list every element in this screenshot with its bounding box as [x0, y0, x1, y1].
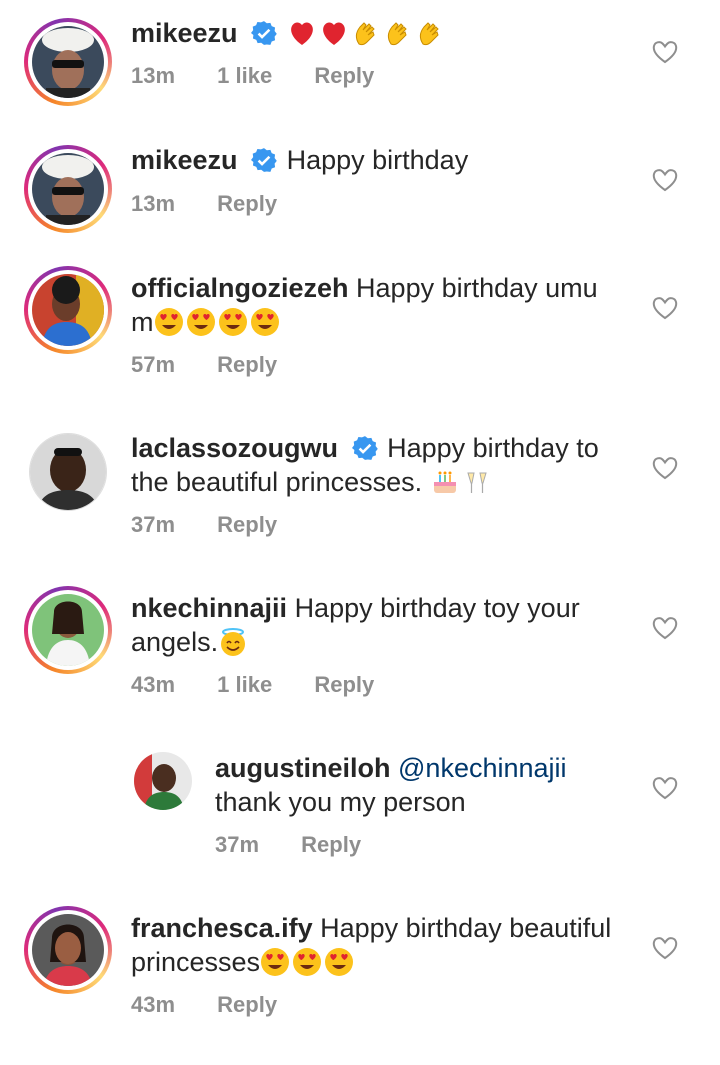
comment-username[interactable]: laclassozougwu: [131, 433, 338, 463]
comment-username[interactable]: franchesca.ify: [131, 913, 313, 943]
comment-time: 57m: [131, 352, 176, 377]
avatar[interactable]: [24, 906, 112, 994]
comment-time: 13m: [131, 63, 176, 88]
halo-smile-icon: [221, 628, 246, 656]
comment-time: 43m: [131, 992, 176, 1017]
reply-button[interactable]: Reply: [314, 672, 374, 697]
like-heart-icon[interactable]: [652, 296, 678, 320]
avatar[interactable]: [24, 586, 112, 674]
emoji-list: [287, 18, 447, 48]
clap-icon: [355, 22, 375, 46]
like-heart-icon[interactable]: [652, 936, 678, 960]
comment-text-cont: angels.: [131, 627, 219, 657]
emoji-list: [218, 627, 250, 657]
comment-text-cont: princesses: [131, 947, 261, 977]
red-heart-icon: [322, 22, 345, 45]
birthday-cake-icon: [433, 471, 456, 493]
emoji-list: [260, 947, 356, 977]
clap-icon: [387, 22, 407, 46]
like-count[interactable]: 1 like: [217, 63, 272, 88]
avatar[interactable]: [134, 752, 192, 810]
comment-time: 43m: [131, 672, 176, 697]
avatar[interactable]: [24, 428, 112, 516]
like-heart-icon[interactable]: [652, 776, 678, 800]
heart-eyes-icon: [186, 308, 215, 336]
reply-button[interactable]: Reply: [217, 352, 277, 377]
comment-text: Happy birthday to: [387, 433, 599, 463]
comment-text: Happy birthday umu: [356, 273, 598, 303]
champagne-glasses-icon: [467, 472, 487, 493]
comment-time: 13m: [131, 191, 176, 216]
comment-text: thank you my person: [215, 787, 466, 817]
emoji-list: [430, 467, 494, 497]
emoji-list: [154, 307, 282, 337]
reply-button[interactable]: Reply: [217, 191, 277, 216]
avatar[interactable]: [24, 266, 112, 354]
like-heart-icon[interactable]: [652, 616, 678, 640]
comment-text: Happy birthday: [286, 145, 469, 175]
comment-time: 37m: [215, 832, 260, 857]
red-heart-icon: [290, 22, 313, 45]
comment-time: 37m: [131, 512, 176, 537]
reply-button[interactable]: Reply: [217, 992, 277, 1017]
clap-icon: [419, 22, 439, 46]
heart-eyes-icon: [218, 308, 247, 336]
comment-username[interactable]: officialngoziezeh: [131, 273, 349, 303]
comment-username[interactable]: nkechinnajii: [131, 593, 287, 623]
heart-eyes-icon: [250, 308, 279, 336]
heart-eyes-icon: [154, 308, 183, 336]
heart-eyes-icon: [325, 948, 354, 976]
comment-username[interactable]: mikeezu: [131, 18, 238, 48]
comment-text-cont: the beautiful princesses.: [131, 467, 423, 497]
verified-badge-icon: [251, 21, 277, 45]
mention-link[interactable]: @nkechinnajii: [398, 753, 567, 783]
verified-badge-icon: [251, 148, 277, 172]
comment-text-cont: m: [131, 307, 154, 337]
comment-text: Happy birthday toy your: [294, 593, 580, 623]
avatar[interactable]: [24, 145, 112, 233]
verified-badge-icon: [351, 436, 378, 460]
avatar[interactable]: [24, 18, 112, 106]
comment-text: Happy birthday beautiful: [320, 913, 612, 943]
heart-eyes-icon: [261, 948, 290, 976]
reply-button[interactable]: Reply: [217, 512, 277, 537]
like-heart-icon[interactable]: [652, 456, 678, 480]
heart-eyes-icon: [293, 948, 322, 976]
like-heart-icon[interactable]: [652, 40, 678, 64]
reply-button[interactable]: Reply: [301, 832, 361, 857]
comment-username[interactable]: mikeezu: [131, 145, 238, 175]
reply-button[interactable]: Reply: [314, 63, 374, 88]
comment-username[interactable]: augustineiloh: [215, 753, 391, 783]
like-count[interactable]: 1 like: [217, 672, 272, 697]
like-heart-icon[interactable]: [652, 168, 678, 192]
